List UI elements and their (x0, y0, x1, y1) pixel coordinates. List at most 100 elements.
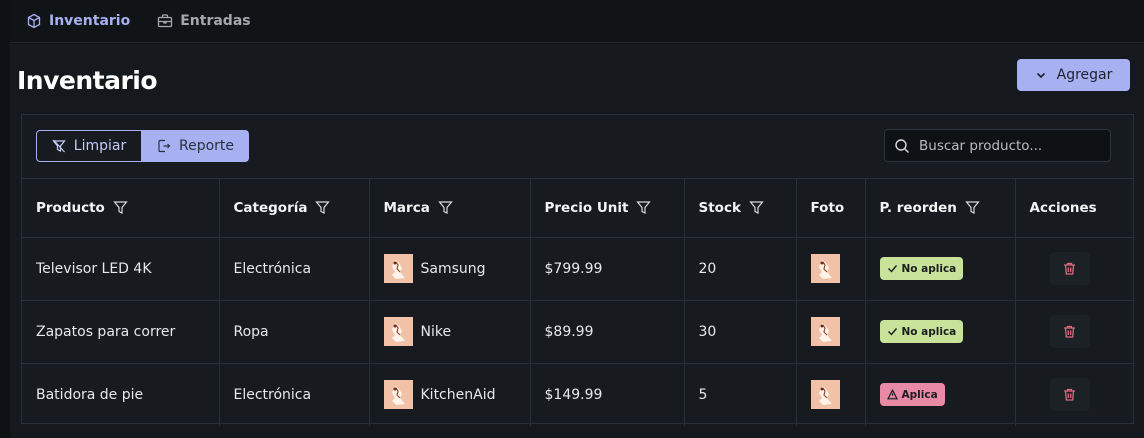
trash-icon (1064, 262, 1075, 275)
cell-categoria: Ropa (219, 300, 370, 364)
product-image-icon (810, 254, 840, 283)
cell-marca: KitchenAid (369, 363, 531, 426)
delete-button[interactable] (1049, 252, 1090, 285)
column-label: Producto (36, 199, 105, 216)
column-header-reorden: P. reorden (865, 179, 1016, 238)
cell-producto: Televisor LED 4K (22, 237, 220, 301)
search-icon (895, 138, 909, 153)
cell-reorden: No aplica (865, 300, 1016, 364)
page-title: Inventario (17, 66, 158, 95)
status-badge: No aplica (879, 320, 964, 343)
product-photo[interactable] (810, 254, 840, 283)
export-file-icon (158, 139, 171, 153)
tab-entradas-label: Entradas (180, 13, 251, 29)
cube-icon (27, 13, 41, 29)
column-header-producto: Producto (22, 179, 220, 238)
filter-icon[interactable] (749, 200, 764, 215)
cell-acciones (1015, 300, 1135, 364)
table-row: Batidora de pie Electrónica KitchenAid $… (22, 363, 1135, 426)
filter-icon[interactable] (315, 200, 331, 215)
cell-categoria: Electrónica (219, 237, 370, 301)
column-label: Acciones (1029, 199, 1097, 216)
cell-foto (796, 237, 866, 301)
product-image-icon (383, 380, 413, 410)
search-input[interactable] (919, 137, 1099, 154)
filter-icon[interactable] (965, 200, 980, 215)
clear-filters-button[interactable]: Limpiar (36, 130, 142, 162)
check-icon (887, 265, 897, 273)
cell-reorden: No aplica (865, 237, 1016, 301)
cell-precio: $89.99 (530, 300, 685, 364)
cell-stock: 20 (684, 237, 797, 301)
status-badge-label: No aplica (901, 262, 957, 275)
action-button-group: Limpiar Reporte (36, 130, 249, 162)
product-photo[interactable] (810, 317, 840, 346)
column-label: Stock (698, 199, 741, 216)
cell-foto (796, 363, 866, 426)
column-label: Foto (810, 199, 845, 216)
search-box (884, 129, 1111, 162)
filter-clear-icon (52, 139, 66, 153)
table-row: Zapatos para correr Ropa Nike $89.99 30 … (22, 300, 1135, 364)
filter-icon[interactable] (438, 200, 453, 215)
trash-icon (1064, 325, 1075, 338)
column-header-precio: Precio Unit (530, 179, 685, 238)
status-badge: No aplica (879, 257, 964, 280)
column-header-acciones: Acciones (1015, 179, 1135, 238)
brand-thumbnail (383, 254, 413, 283)
add-button[interactable]: Agregar (1017, 59, 1130, 91)
status-badge-label: Aplica (901, 388, 938, 401)
table-header-row: Producto Categoría Marca Precio Unit Sto… (22, 179, 1135, 238)
cell-foto (796, 300, 866, 364)
trash-icon (1064, 389, 1075, 401)
brand-name: KitchenAid (420, 386, 496, 403)
report-button[interactable]: Reporte (142, 130, 249, 162)
cell-stock: 5 (684, 363, 797, 426)
cell-acciones (1015, 363, 1135, 426)
warning-icon (886, 389, 898, 400)
tab-inventario[interactable]: Inventario (26, 13, 130, 29)
cell-reorden: Aplica (865, 363, 1016, 426)
column-label: Categoría (233, 199, 308, 216)
cell-precio: $799.99 (530, 237, 685, 301)
column-header-categoria: Categoría (219, 179, 370, 238)
check-icon (887, 328, 897, 336)
tab-inventario-label: Inventario (49, 13, 131, 29)
brand-thumbnail (383, 380, 413, 410)
main-panel: Inventario Agregar Limpiar Reporte Busca… (10, 44, 1144, 438)
column-header-foto: Foto (796, 179, 866, 238)
product-image-icon (383, 317, 413, 346)
column-header-marca: Marca (369, 179, 531, 238)
briefcase-icon (158, 14, 173, 28)
delete-button[interactable] (1049, 378, 1090, 412)
cell-producto: Batidora de pie (22, 363, 220, 426)
cell-marca: Nike (369, 300, 531, 364)
cell-categoria: Electrónica (219, 363, 370, 426)
brand-name: Samsung (420, 260, 486, 277)
product-photo[interactable] (810, 380, 840, 410)
product-image-icon (810, 317, 840, 346)
tab-entradas[interactable]: Entradas (157, 13, 251, 29)
filter-icon[interactable] (636, 200, 652, 215)
inventory-card: Limpiar Reporte Producto Categoría (21, 114, 1135, 426)
cell-producto: Zapatos para correr (22, 300, 220, 364)
cell-marca: Samsung (369, 237, 531, 301)
column-label: Marca (383, 199, 430, 216)
table-toolbar: Limpiar Reporte (22, 115, 1133, 179)
table-row: Televisor LED 4K Electrónica Samsung $79… (22, 237, 1135, 301)
add-button-label: Agregar (1056, 67, 1113, 83)
column-label: Precio Unit (544, 199, 629, 216)
clear-filters-label: Limpiar (73, 138, 127, 154)
top-tab-bar: Inventario Entradas (10, 0, 1144, 43)
brand-name: Nike (420, 323, 452, 340)
chevron-down-icon (1036, 72, 1045, 79)
filter-icon[interactable] (113, 200, 128, 215)
report-label: Reporte (178, 138, 235, 154)
status-badge: Aplica (879, 383, 945, 407)
status-badge-label: No aplica (901, 325, 957, 338)
delete-button[interactable] (1049, 315, 1090, 348)
product-image-icon (810, 380, 840, 410)
cell-acciones (1015, 237, 1135, 301)
product-image-icon (383, 254, 413, 283)
cell-precio: $149.99 (530, 363, 685, 426)
